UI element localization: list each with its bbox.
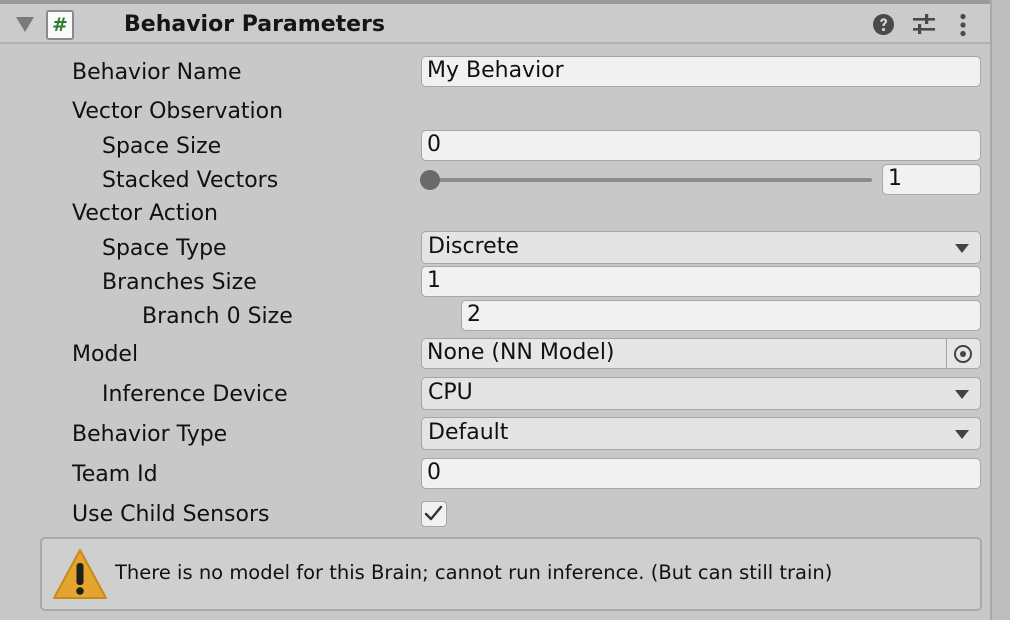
script-icon: # [46,10,74,40]
inference-device-label: Inference Device [102,382,288,407]
scrollbar-gutter[interactable] [990,0,1010,620]
behavior-type-value: Default [428,420,509,445]
stacked-vectors-slider-handle[interactable] [420,170,440,190]
kebab-menu-icon[interactable] [953,13,973,37]
vector-observation-label: Vector Observation [72,99,284,124]
branches-size-label: Branches Size [102,270,257,295]
warning-helpbox: There is no model for this Brain; cannot… [40,537,982,611]
object-picker-button[interactable] [946,339,980,368]
model-label: Model [72,342,139,367]
component-title: Behavior Parameters [124,12,386,37]
warning-message: There is no model for this Brain; cannot… [115,561,833,584]
chevron-down-icon [955,244,969,253]
stacked-vectors-slider-track[interactable] [430,178,872,182]
space-type-value: Discrete [428,234,519,259]
team-id-input[interactable]: 0 [421,458,981,489]
branch-0-size-label: Branch 0 Size [142,304,293,329]
model-object-field[interactable]: None (NN Model) [421,338,981,369]
branch-0-size-input[interactable]: 2 [461,300,981,331]
warning-icon [53,549,107,599]
team-id-label: Team Id [72,462,158,487]
help-icon[interactable] [872,13,895,36]
inference-device-value: CPU [428,380,473,405]
space-type-dropdown[interactable]: Discrete [421,231,981,264]
object-picker-icon [954,345,972,363]
space-type-label: Space Type [102,236,227,261]
use-child-sensors-checkbox[interactable] [421,501,447,527]
branches-size-input[interactable]: 1 [421,266,981,297]
inspector-panel: # Behavior Parameters Behavior Name My B… [0,0,990,620]
vector-action-label: Vector Action [72,201,218,226]
behavior-type-dropdown[interactable]: Default [421,417,981,450]
foldout-arrow-icon[interactable] [16,17,34,32]
behavior-type-label: Behavior Type [72,422,228,447]
chevron-down-icon [955,390,969,399]
stacked-vectors-input[interactable]: 1 [882,164,981,195]
preset-sliders-icon[interactable] [911,13,937,37]
model-value: None (NN Model) [427,340,615,365]
behavior-name-label: Behavior Name [72,60,242,85]
space-size-label: Space Size [102,134,222,159]
use-child-sensors-label: Use Child Sensors [72,502,270,527]
space-size-input[interactable]: 0 [421,130,981,161]
chevron-down-icon [955,430,969,439]
behavior-name-input[interactable]: My Behavior [421,56,981,87]
inference-device-dropdown[interactable]: CPU [421,377,981,410]
checkmark-icon [424,505,443,521]
component-header[interactable]: # Behavior Parameters [0,4,990,44]
stacked-vectors-label: Stacked Vectors [102,168,279,193]
